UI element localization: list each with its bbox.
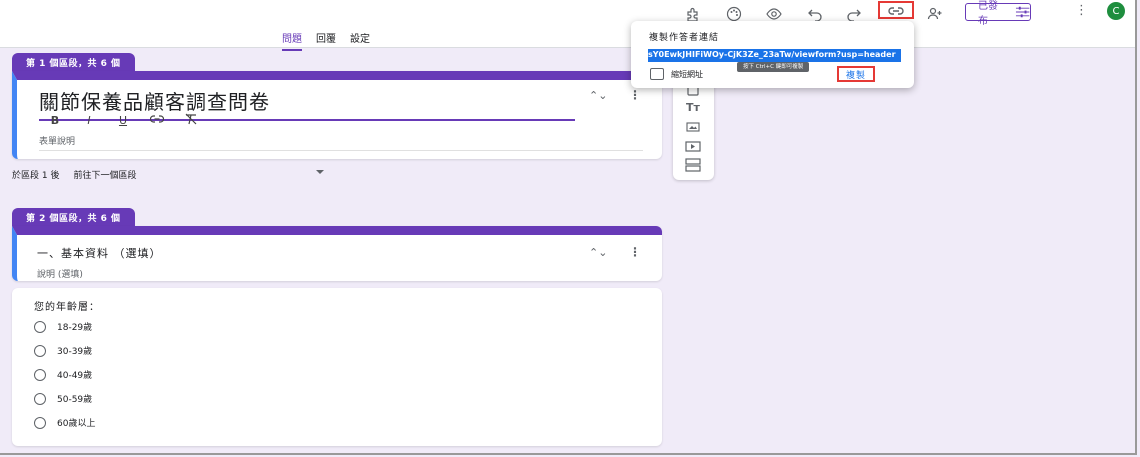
section-2-label: 第 2 個區段，共 6 個 — [12, 208, 135, 226]
dropdown-arrow-icon[interactable] — [316, 170, 324, 174]
avatar[interactable]: C — [1107, 2, 1125, 20]
add-collaborator-icon[interactable] — [926, 6, 944, 22]
publish-label: 已發布 — [978, 1, 998, 27]
collapse-icon[interactable]: ⌃⌄ — [589, 89, 607, 102]
underline-button[interactable]: U — [115, 114, 131, 127]
option-label: 40-49歲 — [57, 371, 93, 381]
section-icon[interactable] — [684, 158, 702, 172]
collapse-icon[interactable]: ⌃⌄ — [589, 246, 607, 259]
option-item[interactable]: 40-49歲 — [34, 368, 92, 381]
palette-icon[interactable] — [725, 6, 743, 22]
option-item[interactable]: 60歲以上 — [34, 416, 95, 429]
radio-button[interactable] — [34, 344, 46, 357]
video-icon[interactable] — [684, 139, 702, 153]
link-icon[interactable] — [887, 3, 905, 19]
image-icon[interactable] — [684, 120, 702, 134]
section-2-header-card[interactable]: 一、基本資料 （選填） 說明 (選填) ⌃⌄ ⋮ — [12, 226, 662, 281]
clear-format-icon[interactable] — [183, 113, 199, 128]
undo-icon[interactable] — [806, 6, 824, 22]
publish-settings-icon — [1015, 6, 1030, 18]
forms-editor: 已發布 ⋮ C 問題 回覆 設定 第 1 個區段，共 6 個 關節保養品顧客調查… — [0, 0, 1137, 455]
bold-button[interactable]: B — [47, 114, 63, 127]
option-item[interactable]: 18-29歲 — [34, 320, 92, 333]
shorten-url-option[interactable]: 縮短網址 — [650, 68, 703, 80]
redo-icon[interactable] — [845, 6, 863, 22]
tab-responses[interactable]: 回覆 — [316, 30, 336, 51]
form-title-card[interactable]: 關節保養品顧客調查問卷 ⌃⌄ ⋮ B I U 表單說明 — [12, 71, 662, 159]
after-section-label: 於區段 1 後 — [12, 171, 60, 181]
option-item[interactable]: 50-59歲 — [34, 392, 92, 405]
section-2-title[interactable]: 一、基本資料 （選填） — [37, 245, 162, 261]
option-label: 30-39歲 — [57, 347, 93, 357]
question-title: 您的年齡層： — [34, 302, 100, 313]
copy-link-popup: 複製作答者連結 sY0EwkJHIFiWOy-CjK3Ze_23aTw/view… — [631, 21, 914, 88]
section-1-label: 第 1 個區段，共 6 個 — [12, 53, 135, 71]
option-label: 18-29歲 — [57, 323, 93, 333]
radio-button[interactable] — [34, 392, 46, 405]
form-title: 關節保養品顧客調查問卷 — [39, 90, 270, 114]
radio-button[interactable] — [34, 368, 46, 381]
more-vert-icon[interactable]: ⋮ — [629, 245, 641, 259]
more-vert-icon[interactable]: ⋮ — [629, 88, 641, 102]
question-card[interactable]: 您的年齡層： 18-29歲 30-39歲 40-49歲 50-59歲 60歲以上 — [12, 288, 662, 446]
form-description-field[interactable]: 表單說明 — [39, 134, 643, 151]
option-label: 50-59歲 — [57, 395, 93, 405]
radio-button[interactable] — [34, 320, 46, 333]
after-section-selector[interactable]: 於區段 1 後 前往下一個區段 — [12, 168, 136, 181]
tab-settings[interactable]: 設定 — [350, 30, 370, 51]
title-text-icon[interactable]: Tт — [684, 100, 702, 114]
shorten-url-label: 縮短網址 — [671, 69, 703, 79]
italic-button[interactable]: I — [81, 114, 97, 127]
editor-tabs: 問題 回覆 設定 — [282, 30, 370, 51]
preview-eye-icon[interactable] — [765, 6, 783, 22]
radio-button[interactable] — [34, 416, 46, 429]
section-2-description[interactable]: 說明 (選填) — [37, 267, 83, 280]
responder-url-field[interactable]: sY0EwkJHIFiWOy-CjK3Ze_23aTw/viewform?usp… — [648, 49, 901, 61]
copy-button[interactable]: 複製 — [837, 66, 875, 82]
addon-puzzle-icon[interactable] — [684, 6, 702, 22]
copy-tooltip: 按下 Ctrl+C 鍵即可複製 — [737, 62, 810, 72]
option-item[interactable]: 30-39歲 — [34, 344, 92, 357]
popup-title: 複製作答者連結 — [649, 33, 720, 43]
side-toolbar: Tт — [673, 80, 714, 180]
tab-questions[interactable]: 問題 — [282, 30, 302, 51]
more-vert-icon[interactable]: ⋮ — [1075, 3, 1088, 18]
insert-link-icon[interactable] — [149, 114, 165, 127]
after-section-value: 前往下一個區段 — [73, 171, 137, 181]
publish-button[interactable]: 已發布 — [965, 1, 1031, 27]
shorten-url-checkbox[interactable] — [650, 68, 664, 80]
top-bar: 已發布 ⋮ C 問題 回覆 設定 — [0, 0, 1135, 51]
format-toolbar: B I U — [47, 113, 199, 128]
option-label: 60歲以上 — [57, 419, 96, 429]
